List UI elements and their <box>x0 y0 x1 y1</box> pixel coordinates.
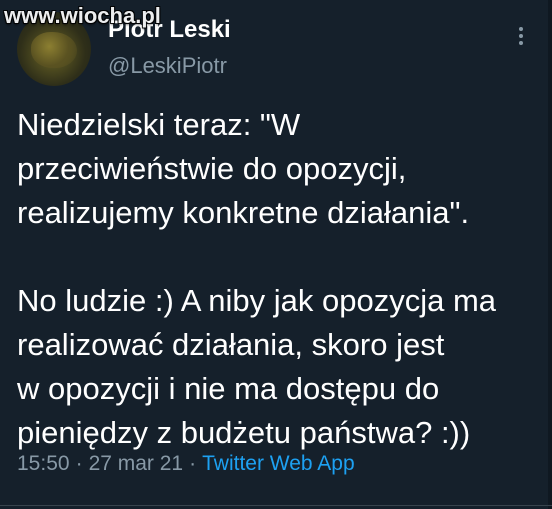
tweet-paragraph: No ludzie :) A niby jak opozycja ma real… <box>17 283 497 450</box>
avatar-image <box>31 32 77 68</box>
tweet-metadata: 15:50 · 27 mar 21 · Twitter Web App <box>17 452 355 476</box>
tweet-paragraph: Niedzielski teraz: "W przeciwieństwie do… <box>17 107 470 230</box>
author-handle[interactable]: @LeskiPiotr <box>108 53 227 79</box>
tweet-card: Piotr Leski @LeskiPiotr www.wiocha.pl Ni… <box>0 0 552 509</box>
tweet-time[interactable]: 15:50 <box>17 452 70 475</box>
meta-separator: · <box>75 452 83 475</box>
tweet-text: Niedzielski teraz: "W przeciwieństwie do… <box>17 103 547 455</box>
more-vertical-icon[interactable] <box>509 24 533 48</box>
tweet-source-link[interactable]: Twitter Web App <box>202 452 355 475</box>
watermark: www.wiocha.pl <box>4 3 161 28</box>
divider <box>0 505 552 506</box>
tweet-date[interactable]: 27 mar 21 <box>89 452 184 475</box>
meta-separator: · <box>189 452 197 475</box>
scrollbar[interactable] <box>548 0 552 509</box>
